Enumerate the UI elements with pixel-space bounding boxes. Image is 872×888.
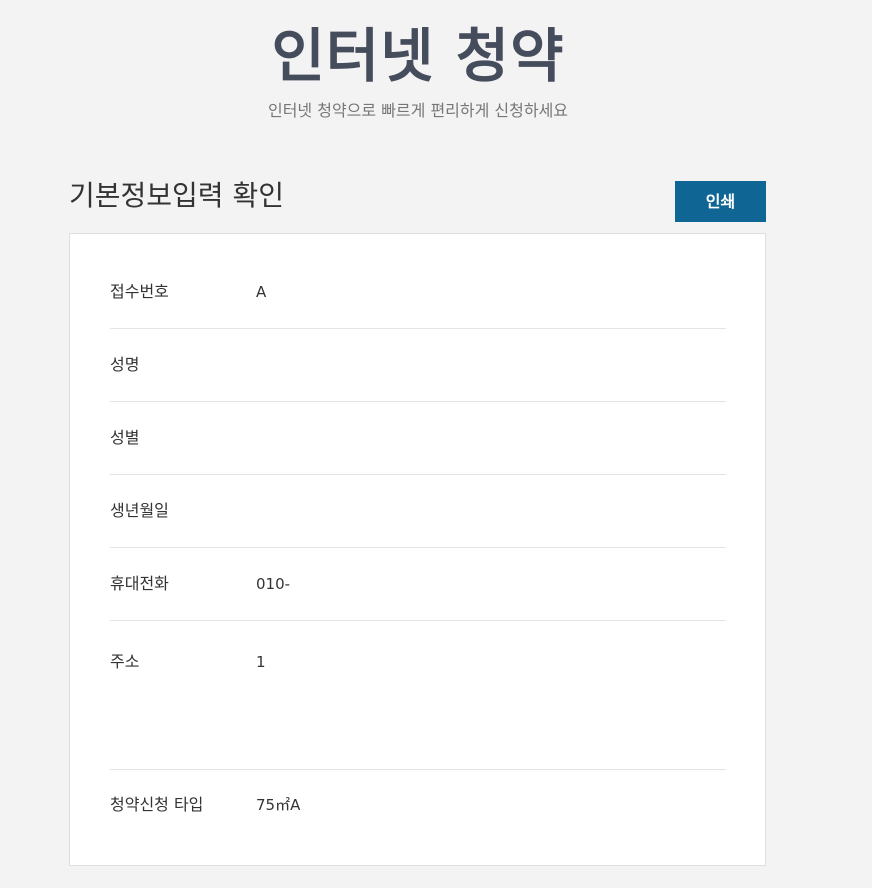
info-label: 생년월일 <box>110 501 169 520</box>
info-card: 접수번호 A 성명 성별 생년월일 휴대전화 010- 주소 1 청약신청 타입… <box>69 233 766 866</box>
info-label: 휴대전화 <box>110 574 169 593</box>
info-row-name: 성명 <box>110 329 726 402</box>
info-label: 청약신청 타입 <box>110 795 204 814</box>
info-row-address: 주소 1 <box>110 621 726 770</box>
page-title: 인터넷 청약 <box>271 22 565 90</box>
page: 인터넷 청약 인터넷 청약으로 빠르게 편리하게 신청하세요 기본정보입력 확인… <box>0 0 872 888</box>
info-value: 75㎡A <box>256 796 301 814</box>
info-label: 성명 <box>110 355 140 374</box>
info-value: 010- <box>256 575 291 593</box>
info-row-birthdate: 생년월일 <box>110 475 726 548</box>
info-label: 주소 <box>110 652 140 671</box>
print-button[interactable]: 인쇄 <box>675 181 766 222</box>
info-value: A <box>256 283 267 301</box>
info-row-gender: 성별 <box>110 402 726 475</box>
info-row-subscription-type: 청약신청 타입 75㎡A <box>110 770 726 842</box>
info-list: 접수번호 A 성명 성별 생년월일 휴대전화 010- 주소 1 청약신청 타입… <box>110 256 726 842</box>
info-value: 1 <box>256 653 266 671</box>
info-row-receipt-number: 접수번호 A <box>110 256 726 329</box>
section-title: 기본정보입력 확인 <box>69 179 284 212</box>
info-label: 성별 <box>110 428 140 447</box>
info-label: 접수번호 <box>110 282 169 301</box>
info-row-mobile: 휴대전화 010- <box>110 548 726 621</box>
page-subtitle: 인터넷 청약으로 빠르게 편리하게 신청하세요 <box>267 101 569 120</box>
